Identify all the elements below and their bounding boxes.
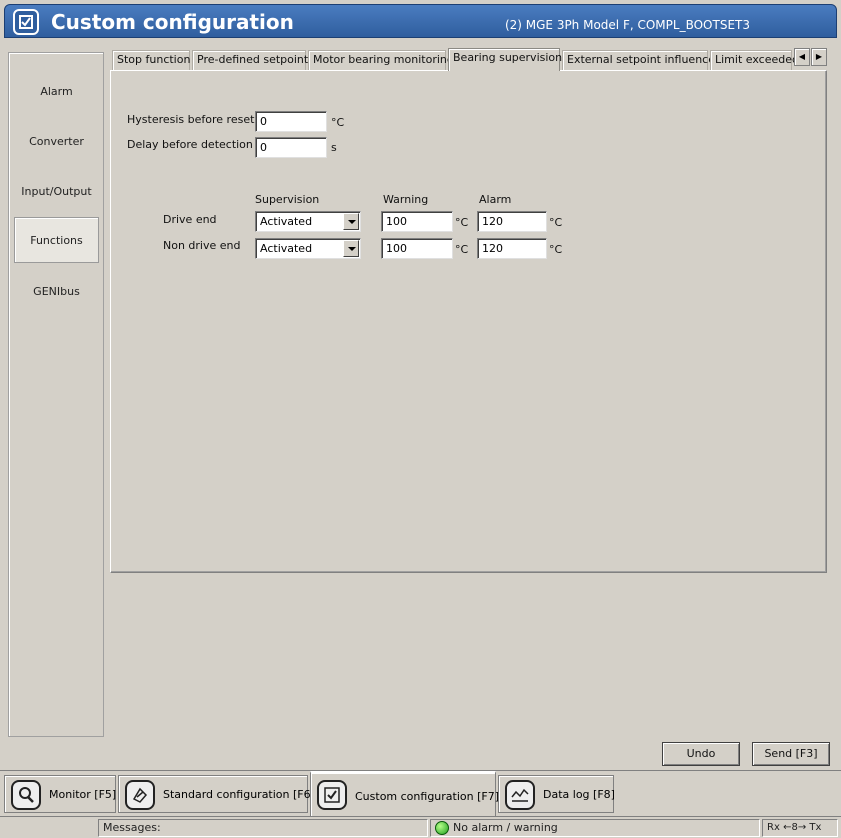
standard-config-icon — [125, 780, 155, 810]
hysteresis-unit: °C — [331, 116, 345, 129]
sidebar: Alarm Converter Input/Output Functions G… — [8, 52, 104, 737]
tab-pre-defined-setpoint[interactable]: Pre-defined setpoint — [192, 50, 308, 70]
drive-end-warning-unit: °C — [455, 216, 469, 229]
non-drive-end-alarm-unit: °C — [549, 243, 563, 256]
supervision-header: Supervision — [255, 193, 320, 206]
status-bar: Messages: No alarm / warning Rx ←8→ Tx — [0, 816, 841, 838]
magnifier-icon — [11, 780, 41, 810]
device-subtitle: (2) MGE 3Ph Model F, COMPL_BOOTSET3 — [504, 18, 750, 32]
hysteresis-input[interactable] — [255, 111, 327, 132]
tab-scroll-left-button[interactable]: ◀ — [794, 48, 810, 66]
checklist-icon — [13, 9, 39, 35]
tab-data-log[interactable]: Data log [F8] — [498, 775, 615, 813]
chevron-down-icon[interactable] — [343, 240, 359, 257]
tab-standard-configuration[interactable]: Standard configuration [F6] — [118, 775, 315, 813]
checklist-icon — [317, 780, 347, 810]
drive-end-alarm-unit: °C — [549, 216, 563, 229]
chevron-down-icon[interactable] — [343, 213, 359, 230]
window-title: Custom configuration — [51, 10, 294, 34]
delay-unit: s — [331, 141, 337, 154]
tx-arrow-icon: → — [797, 822, 807, 833]
arrow-right-icon: ▶ — [815, 52, 823, 61]
tab-custom-configuration[interactable]: Custom configuration [F7] — [310, 771, 499, 817]
rx-tx-panel: Rx ←8→ Tx — [762, 819, 838, 837]
sidebar-item-input-output[interactable]: Input/Output — [14, 169, 99, 215]
tab-bearing-supervision[interactable]: Bearing supervision — [448, 48, 562, 71]
delay-input[interactable] — [255, 137, 327, 158]
undo-button[interactable]: Undo — [662, 742, 740, 766]
arrow-left-icon: ◀ — [798, 52, 806, 61]
sidebar-item-functions[interactable]: Functions — [14, 217, 99, 263]
sidebar-item-genibus[interactable]: GENIbus — [14, 269, 99, 315]
alarm-header: Alarm — [479, 193, 512, 206]
tab-scroll-right-button[interactable]: ▶ — [811, 48, 827, 66]
tab-external-setpoint-influence[interactable]: External setpoint influence — [562, 50, 715, 70]
warning-header: Warning — [383, 193, 429, 206]
non-drive-end-supervision-select[interactable]: Activated — [255, 238, 361, 259]
graph-icon — [505, 780, 535, 810]
tab-strip: Stop function Pre-defined setpoint Motor… — [112, 48, 828, 71]
drive-end-alarm-input[interactable] — [477, 211, 547, 232]
alarm-status-panel: No alarm / warning — [430, 819, 760, 837]
delay-label: Delay before detection — [127, 138, 253, 151]
status-led-icon — [435, 821, 449, 835]
tab-motor-bearing-monitoring[interactable]: Motor bearing monitoring — [308, 50, 454, 70]
non-drive-end-warning-unit: °C — [455, 243, 469, 256]
tab-limit-exceeded[interactable]: Limit exceeded — [710, 50, 799, 70]
bottom-navigation: Monitor [F5] Standard configuration [F6]… — [0, 770, 841, 817]
tab-stop-function[interactable]: Stop function — [112, 50, 190, 70]
non-drive-end-alarm-input[interactable] — [477, 238, 547, 259]
messages-panel: Messages: — [98, 819, 428, 837]
non-drive-end-label: Non drive end — [163, 239, 241, 252]
non-drive-end-warning-input[interactable] — [381, 238, 453, 259]
tab-monitor[interactable]: Monitor [F5] — [4, 775, 116, 813]
drive-end-label: Drive end — [163, 213, 217, 226]
sidebar-item-converter[interactable]: Converter — [14, 119, 99, 165]
title-bar: Custom configuration (2) MGE 3Ph Model F… — [4, 4, 837, 38]
send-button[interactable]: Send [F3] — [752, 742, 830, 766]
drive-end-warning-input[interactable] — [381, 211, 453, 232]
hysteresis-label: Hysteresis before reset — [127, 113, 255, 126]
bearing-supervision-panel: Hysteresis before reset °C Delay before … — [110, 70, 827, 573]
sidebar-item-alarm[interactable]: Alarm — [14, 69, 99, 115]
drive-end-supervision-select[interactable]: Activated — [255, 211, 361, 232]
